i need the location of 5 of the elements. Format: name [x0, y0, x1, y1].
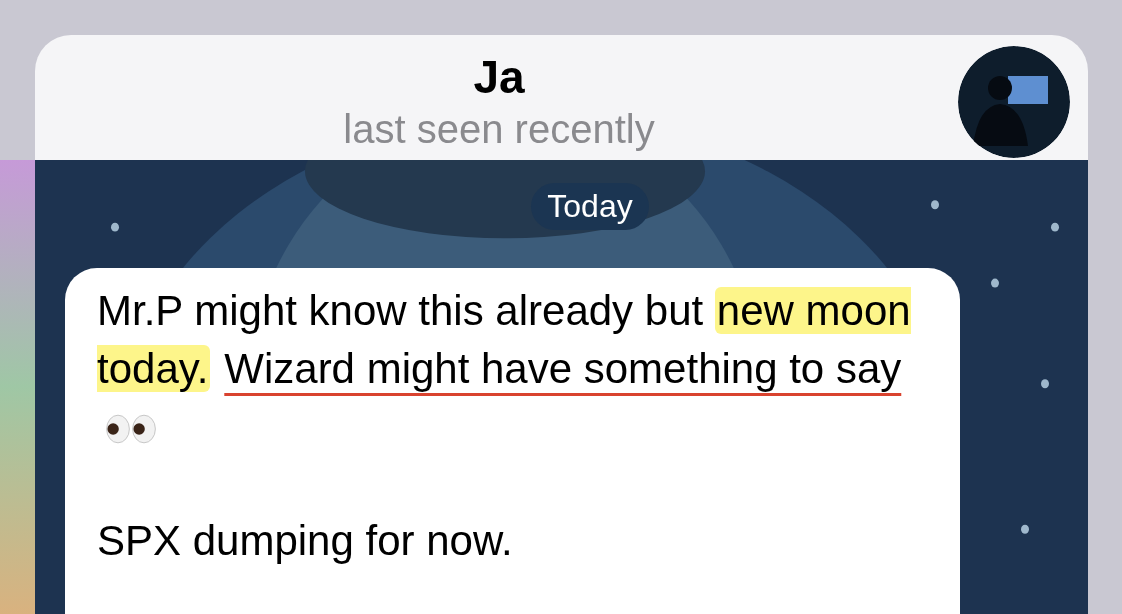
- date-badge: Today: [531, 183, 649, 230]
- last-seen-status: last seen recently: [343, 106, 655, 153]
- contact-name: Ja: [473, 50, 525, 105]
- message-text: SPX dumping for now.: [97, 516, 514, 566]
- eyes-icon: [105, 413, 157, 445]
